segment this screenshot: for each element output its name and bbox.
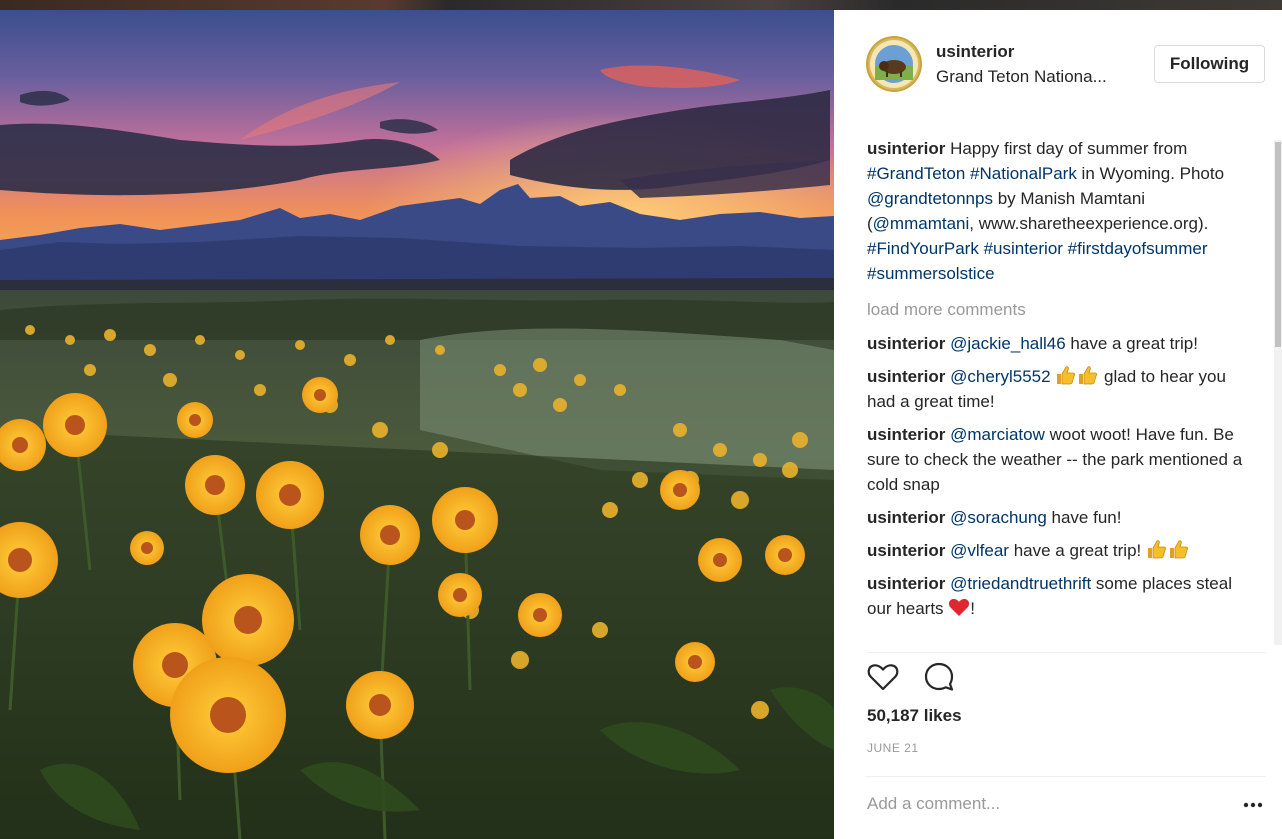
caption-username[interactable]: usinterior — [867, 139, 945, 158]
thumbs-up-icon — [1079, 366, 1098, 385]
mention-link[interactable]: @marciatow — [950, 425, 1045, 444]
add-comment-input[interactable]: Add a comment... — [867, 794, 1207, 814]
mention-link[interactable]: @cheryl5552 — [950, 367, 1050, 386]
caption-text: in Wyoming. Photo — [1076, 164, 1225, 183]
comment-item: usinterior @cheryl5552 glad to hear you … — [867, 364, 1253, 414]
hashtag-link[interactable]: #summersolstice — [867, 264, 995, 283]
mention-link[interactable]: @vlfear — [950, 541, 1009, 560]
comment-text: have fun! — [1046, 508, 1122, 527]
comment-item: usinterior @vlfear have a great trip! — [867, 538, 1253, 563]
divider — [866, 776, 1266, 777]
comment-username[interactable]: usinterior — [867, 334, 945, 353]
comment-text: have a great trip! — [1008, 541, 1146, 560]
mention-link[interactable]: @triedandtruethrift — [950, 574, 1091, 593]
likes-count[interactable]: 50,187 likes — [867, 706, 962, 726]
caption-text: Happy first day of summer from — [945, 139, 1188, 158]
post-photo[interactable] — [0, 10, 834, 839]
mention-link[interactable]: @jackie_hall46 — [950, 334, 1066, 353]
comment-username[interactable]: usinterior — [867, 508, 945, 527]
post-username[interactable]: usinterior — [936, 42, 1014, 62]
comment-text: ! — [970, 599, 975, 618]
caption: usinterior Happy first day of summer fro… — [867, 136, 1253, 286]
comment-username[interactable]: usinterior — [867, 425, 945, 444]
avatar[interactable] — [866, 36, 922, 92]
load-more-comments-link[interactable]: load more comments — [867, 297, 1253, 322]
hashtag-link[interactable]: #NationalPark — [970, 164, 1077, 183]
us-interior-seal-icon — [866, 36, 922, 92]
browser-top-strip — [0, 0, 1282, 10]
hashtag-link[interactable]: #GrandTeton — [867, 164, 965, 183]
grand-teton-wildflower-photo — [0, 10, 834, 839]
comment-username[interactable]: usinterior — [867, 367, 945, 386]
heart-icon[interactable] — [866, 660, 900, 694]
post-date[interactable]: JUNE 21 — [867, 741, 919, 755]
comment-item: usinterior @marciatow woot woot! Have fu… — [867, 422, 1253, 497]
post-location[interactable]: Grand Teton Nationa... — [936, 67, 1131, 87]
mention-link[interactable]: @sorachung — [950, 508, 1047, 527]
comment-item: usinterior @sorachung have fun! — [867, 505, 1253, 530]
hashtag-link[interactable]: #firstdayofsummer — [1068, 239, 1208, 258]
comment-item: usinterior @triedandtruethrift some plac… — [867, 571, 1253, 621]
following-button[interactable]: Following — [1154, 45, 1265, 83]
thumbs-up-icon — [1057, 366, 1076, 385]
more-options-icon[interactable] — [1242, 798, 1264, 812]
mention-link[interactable]: @mmamtani — [873, 214, 970, 233]
post-details-panel: usinterior Grand Teton Nationa... Follow… — [834, 10, 1282, 839]
post-header: usinterior Grand Teton Nationa... Follow… — [834, 10, 1282, 122]
caption-text: , www.sharetheexperience.org). — [969, 214, 1209, 233]
comment-icon[interactable] — [922, 660, 956, 694]
thumbs-up-icon — [1148, 540, 1167, 559]
comments-scrollbar[interactable] — [1274, 140, 1282, 645]
scrollbar-thumb[interactable] — [1275, 142, 1281, 347]
comment-text: have a great trip! — [1065, 334, 1198, 353]
thumbs-up-icon — [1170, 540, 1189, 559]
mention-link[interactable]: @grandtetonnps — [867, 189, 993, 208]
divider — [866, 652, 1266, 653]
hashtag-link[interactable]: #usinterior — [984, 239, 1063, 258]
comment-username[interactable]: usinterior — [867, 541, 945, 560]
hashtag-link[interactable]: #FindYourPark — [867, 239, 979, 258]
comments-list: usinterior Happy first day of summer fro… — [867, 136, 1253, 646]
comment-username[interactable]: usinterior — [867, 574, 945, 593]
red-heart-icon — [949, 598, 970, 616]
comment-item: usinterior @jackie_hall46 have a great t… — [867, 331, 1253, 356]
